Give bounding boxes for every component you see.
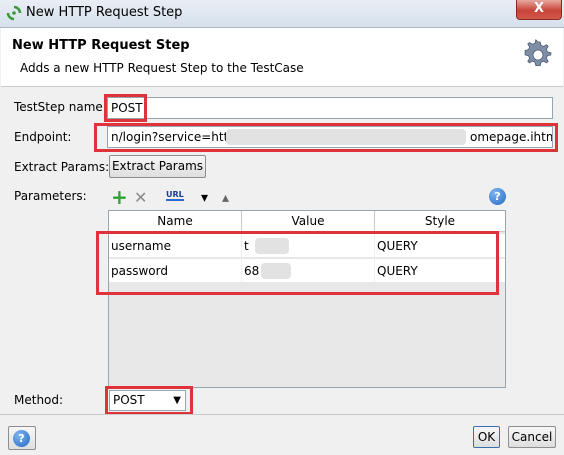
teststep-name-value: POST bbox=[111, 101, 143, 115]
value-redacted bbox=[255, 238, 289, 254]
teststep-name-label: TestStep name: bbox=[14, 100, 107, 114]
dialog-description: Adds a new HTTP Request Step to the Test… bbox=[20, 61, 304, 75]
parameters-help-icon[interactable]: ? bbox=[489, 188, 506, 205]
endpoint-value-end: omepage.ihtml bbox=[470, 130, 553, 144]
param-style-cell[interactable]: QUERY bbox=[375, 234, 505, 258]
move-up-icon[interactable]: ▴ bbox=[222, 190, 229, 206]
endpoint-input[interactable]: n/login?service=http omepage.ihtml bbox=[107, 126, 553, 148]
endpoint-redacted bbox=[226, 129, 466, 145]
method-label: Method: bbox=[14, 393, 64, 407]
gear-icon bbox=[524, 39, 552, 66]
window-title-bar: New HTTP Request Step X bbox=[0, 0, 564, 28]
param-name-cell[interactable]: username bbox=[109, 234, 242, 258]
footer-help-button[interactable]: ? bbox=[8, 426, 36, 450]
endpoint-value-start: n/login?service=http bbox=[111, 130, 236, 144]
remove-param-icon[interactable]: ✕ bbox=[134, 190, 147, 206]
column-header-value[interactable]: Value bbox=[242, 211, 375, 232]
teststep-name-input[interactable]: POST bbox=[107, 97, 553, 119]
param-name-cell[interactable]: password bbox=[109, 259, 242, 283]
value-redacted bbox=[261, 263, 291, 279]
method-select[interactable]: POST ▼ bbox=[109, 390, 186, 411]
chevron-down-icon: ▼ bbox=[173, 395, 181, 406]
column-header-style[interactable]: Style bbox=[375, 211, 505, 232]
move-down-icon[interactable]: ▾ bbox=[201, 190, 208, 206]
dialog-footer: ? OK Cancel bbox=[0, 414, 564, 455]
column-header-name[interactable]: Name bbox=[109, 211, 242, 232]
endpoint-label: Endpoint: bbox=[14, 130, 72, 144]
dialog-header: New HTTP Request Step Adds a new HTTP Re… bbox=[1, 28, 563, 87]
url-params-icon[interactable]: URL bbox=[166, 190, 184, 201]
ok-button[interactable]: OK bbox=[473, 426, 500, 448]
param-style-cell[interactable]: QUERY bbox=[375, 259, 505, 283]
soapui-app-icon bbox=[6, 5, 22, 21]
help-icon: ? bbox=[13, 430, 30, 447]
extract-params-button[interactable]: Extract Params bbox=[109, 155, 206, 178]
table-row[interactable]: password 68 QUERY bbox=[109, 259, 505, 283]
dialog-title: New HTTP Request Step bbox=[12, 38, 190, 53]
table-row[interactable]: username t QUERY bbox=[109, 234, 505, 258]
method-value: POST bbox=[113, 393, 145, 407]
cancel-button[interactable]: Cancel bbox=[508, 426, 556, 448]
add-param-icon[interactable]: + bbox=[111, 187, 128, 207]
extract-params-label: Extract Params: bbox=[14, 160, 110, 174]
window-close-button[interactable]: X bbox=[516, 0, 562, 20]
window-title: New HTTP Request Step bbox=[26, 5, 183, 20]
parameters-table: Name Value Style username t QUERY passwo… bbox=[108, 210, 506, 388]
parameters-label: Parameters: bbox=[14, 189, 87, 203]
